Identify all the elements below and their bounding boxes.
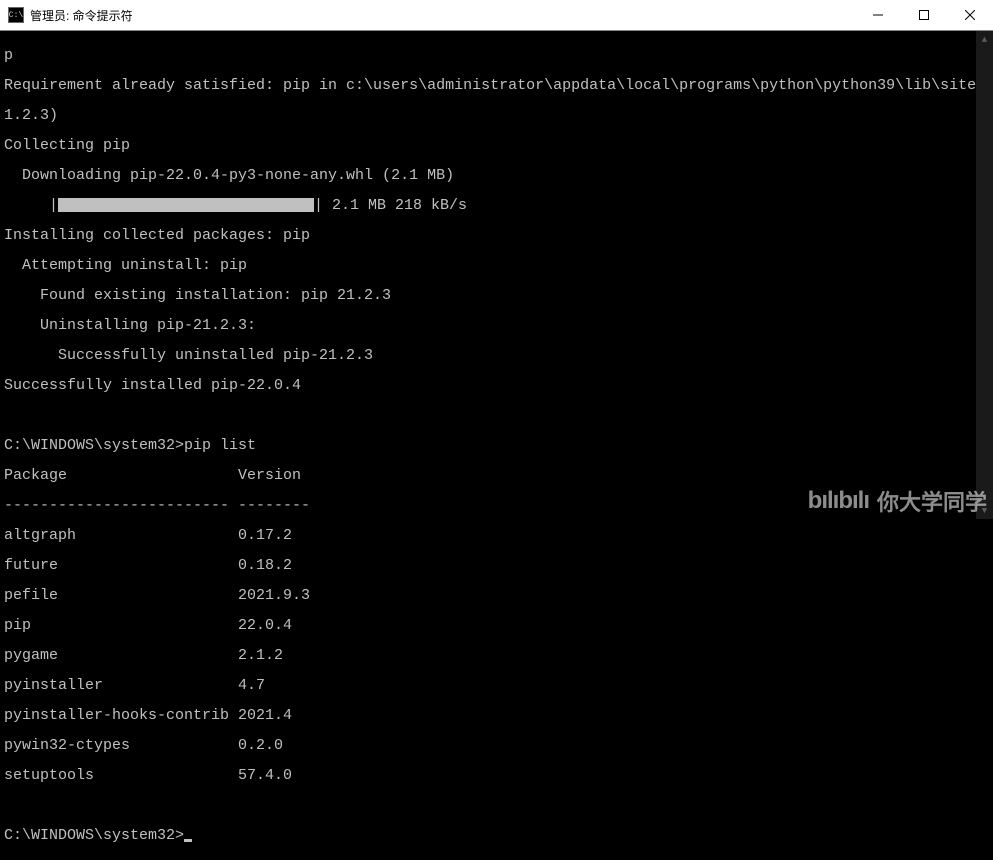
- output-line: Successfully uninstalled pip-21.2.3: [4, 348, 989, 363]
- progress-bar: [58, 198, 314, 213]
- table-row: future 0.18.2: [4, 558, 989, 573]
- output-line: Requirement already satisfied: pip in c:…: [4, 78, 989, 93]
- table-row: pip 22.0.4: [4, 618, 989, 633]
- output-line: Downloading pip-22.0.4-py3-none-any.whl …: [4, 168, 989, 183]
- table-row: pyinstaller-hooks-contrib 2021.4: [4, 708, 989, 723]
- table-header: Package Version: [4, 468, 989, 483]
- progress-indent: |: [4, 197, 58, 214]
- window-title: 管理员: 命令提示符: [30, 7, 855, 24]
- cursor: [184, 839, 192, 842]
- terminal-output[interactable]: p Requirement already satisfied: pip in …: [0, 31, 993, 860]
- output-line: Uninstalling pip-21.2.3:: [4, 318, 989, 333]
- output-line: p: [4, 48, 989, 63]
- table-row: pyinstaller 4.7: [4, 678, 989, 693]
- minimize-icon: [873, 10, 883, 20]
- output-line: Found existing installation: pip 21.2.3: [4, 288, 989, 303]
- prompt-line: C:\WINDOWS\system32>: [4, 828, 989, 843]
- watermark-text: 你大学同学: [877, 485, 987, 517]
- minimize-button[interactable]: [855, 0, 901, 30]
- window-controls: [855, 0, 993, 30]
- titlebar: C:\ 管理员: 命令提示符: [0, 0, 993, 31]
- output-line: Attempting uninstall: pip: [4, 258, 989, 273]
- table-row: altgraph 0.17.2: [4, 528, 989, 543]
- output-line: [4, 798, 989, 813]
- maximize-icon: [919, 10, 929, 20]
- scroll-up-arrow[interactable]: ▲: [976, 31, 993, 48]
- progress-bar-fill: [58, 198, 314, 212]
- watermark: bılıbılı 你大学同学: [808, 485, 987, 517]
- bilibili-logo: bılıbılı: [808, 487, 869, 515]
- output-line: Installing collected packages: pip: [4, 228, 989, 243]
- table-row: pefile 2021.9.3: [4, 588, 989, 603]
- prompt-text: C:\WINDOWS\system32>: [4, 827, 184, 844]
- output-line: Collecting pip: [4, 138, 989, 153]
- output-line: Successfully installed pip-22.0.4: [4, 378, 989, 393]
- cmd-icon: C:\: [8, 7, 24, 23]
- table-row: pywin32-ctypes 0.2.0: [4, 738, 989, 753]
- table-row: pygame 2.1.2: [4, 648, 989, 663]
- output-line: [4, 408, 989, 423]
- progress-suffix: | 2.1 MB 218 kB/s: [314, 197, 467, 214]
- output-line: 1.2.3): [4, 108, 989, 123]
- close-icon: [965, 10, 975, 20]
- prompt-line: C:\WINDOWS\system32>pip list: [4, 438, 989, 453]
- close-button[interactable]: [947, 0, 993, 30]
- table-row: setuptools 57.4.0: [4, 768, 989, 783]
- vertical-scrollbar[interactable]: ▲ ▼: [976, 31, 993, 519]
- scroll-track[interactable]: [976, 48, 993, 502]
- maximize-button[interactable]: [901, 0, 947, 30]
- progress-line: | | 2.1 MB 218 kB/s: [4, 198, 989, 213]
